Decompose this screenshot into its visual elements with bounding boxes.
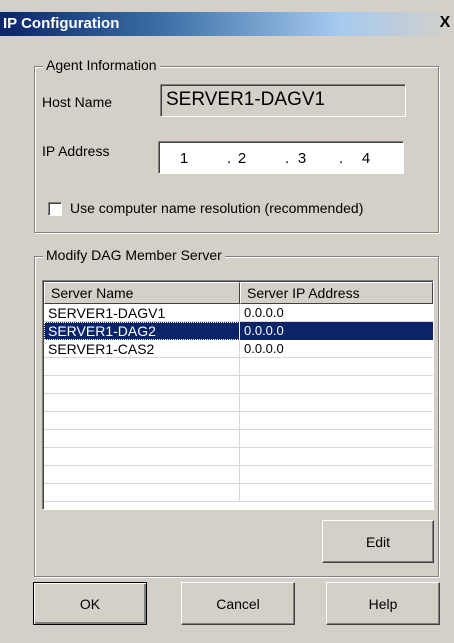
ip-octet-2[interactable]: 2 — [227, 150, 257, 167]
host-name-field: SERVER1-DAGV1 — [160, 84, 406, 117]
name-resolution-checkbox[interactable] — [48, 202, 62, 216]
empty-row — [44, 448, 433, 466]
title-bar[interactable]: IP Configuration X — [0, 12, 454, 36]
empty-cell — [44, 412, 240, 430]
empty-cell — [44, 394, 240, 412]
column-header-server-name[interactable]: Server Name — [44, 282, 240, 304]
ip-octet-4[interactable]: 4 — [351, 150, 381, 167]
empty-row — [44, 358, 433, 376]
host-name-label: Host Name — [42, 94, 113, 110]
empty-cell — [44, 430, 240, 448]
edit-button[interactable]: Edit — [322, 520, 434, 563]
name-resolution-label[interactable]: Use computer name resolution (recommende… — [70, 200, 363, 216]
empty-cell — [44, 466, 240, 484]
ip-configuration-dialog: IP Configuration X Agent Information Hos… — [0, 0, 454, 643]
empty-cell — [44, 484, 240, 502]
ip-address-field[interactable]: 1 . 2 . 3 . 4 — [158, 141, 404, 174]
ip-octet-1[interactable]: 1 — [169, 150, 199, 167]
column-header-server-ip[interactable]: Server IP Address — [240, 282, 433, 304]
ip-dot: . — [339, 150, 344, 167]
dag-member-list[interactable]: Server Name Server IP Address SERVER1-DA… — [42, 280, 434, 510]
ip-octet-3[interactable]: 3 — [287, 150, 317, 167]
help-button[interactable]: Help — [326, 582, 440, 625]
dag-member-legend: Modify DAG Member Server — [43, 247, 225, 263]
cancel-button[interactable]: Cancel — [181, 582, 295, 625]
empty-row — [44, 430, 433, 448]
empty-cell — [44, 448, 240, 466]
table-row[interactable]: SERVER1-DAG2 0.0.0.0 — [44, 322, 433, 340]
table-row[interactable]: SERVER1-DAGV1 0.0.0.0 — [44, 304, 433, 322]
empty-row — [44, 376, 433, 394]
server-ip-cell: 0.0.0.0 — [244, 305, 284, 320]
server-ip-cell: 0.0.0.0 — [244, 341, 284, 356]
empty-cell — [44, 376, 240, 394]
close-button[interactable]: X — [436, 14, 454, 32]
empty-row — [44, 466, 433, 484]
empty-cell — [44, 358, 240, 376]
ip-address-label: IP Address — [42, 143, 110, 159]
list-header: Server Name Server IP Address — [44, 282, 433, 304]
dialog-title: IP Configuration — [3, 15, 120, 32]
empty-row — [44, 412, 433, 430]
table-row[interactable]: SERVER1-CAS2 0.0.0.0 — [44, 340, 433, 358]
server-ip-cell: 0.0.0.0 — [240, 322, 433, 340]
server-name-cell: SERVER1-CAS2 — [44, 340, 240, 358]
empty-row — [44, 394, 433, 412]
ok-button[interactable]: OK — [33, 582, 147, 625]
empty-row — [44, 484, 433, 502]
agent-information-legend: Agent Information — [43, 57, 160, 73]
server-name-cell: SERVER1-DAG2 — [44, 322, 240, 340]
server-name-cell: SERVER1-DAGV1 — [44, 304, 240, 322]
